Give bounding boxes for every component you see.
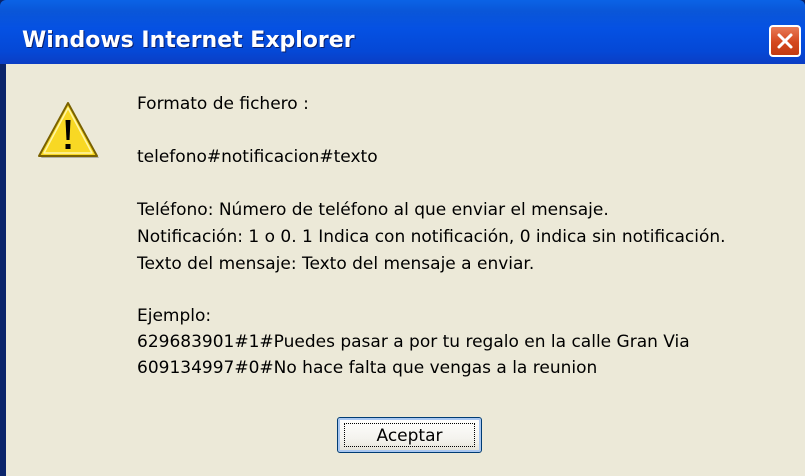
ok-button[interactable]: Aceptar bbox=[337, 417, 482, 453]
window-title: Windows Internet Explorer bbox=[22, 28, 355, 53]
close-button[interactable] bbox=[769, 25, 801, 57]
message-line-example-2: 609134997#0#No hace falta que vengas a l… bbox=[137, 358, 598, 378]
message-line-ejemplo: Ejemplo: bbox=[137, 306, 212, 326]
message-line-file-format: Formato de fichero : bbox=[137, 94, 309, 114]
title-bar[interactable]: Windows Internet Explorer bbox=[0, 0, 805, 64]
warning-icon bbox=[38, 102, 99, 158]
message-line-notificacion: Notificación: 1 o 0. 1 Indica con notifi… bbox=[137, 227, 726, 247]
message-line-example-1: 629683901#1#Puedes pasar a por tu regalo… bbox=[137, 332, 690, 352]
message-line-format-pattern: telefono#notificacion#texto bbox=[137, 147, 378, 167]
ok-button-label: Aceptar bbox=[376, 426, 443, 446]
message-line-telefono: Teléfono: Número de teléfono al que envi… bbox=[137, 200, 609, 220]
message-line-texto: Texto del mensaje: Texto del mensaje a e… bbox=[137, 254, 535, 274]
close-icon bbox=[777, 33, 793, 49]
dialog-window: Windows Internet Explorer Formato de fic… bbox=[0, 0, 805, 476]
